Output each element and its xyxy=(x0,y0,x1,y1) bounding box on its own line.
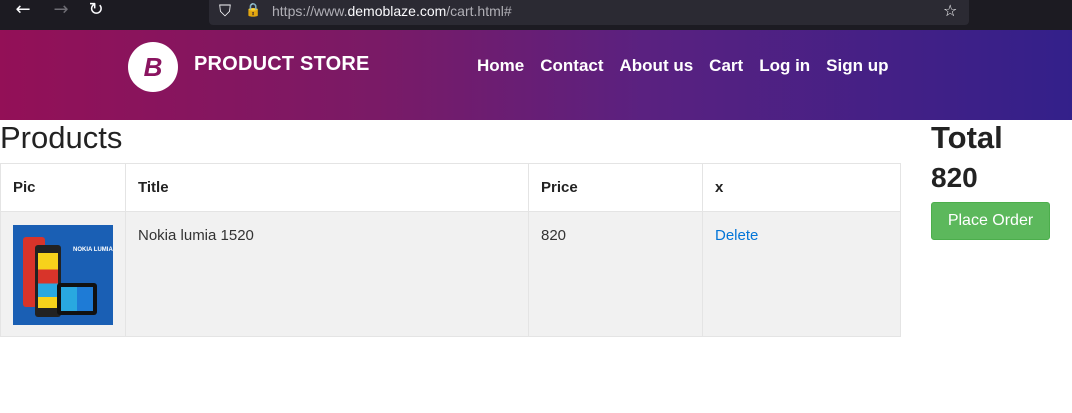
reload-icon[interactable]: ↻ xyxy=(85,0,107,22)
total-heading: Total xyxy=(931,120,1003,155)
forward-arrow-icon[interactable]: → xyxy=(50,0,72,22)
url-text[interactable]: https://www.demoblaze.com/cart.html# xyxy=(272,3,512,19)
place-order-button[interactable]: Place Order xyxy=(931,202,1050,240)
url-prefix: https://www. xyxy=(272,3,348,19)
brand-name[interactable]: PRODUCT STORE xyxy=(194,53,370,76)
url-domain: demoblaze.com xyxy=(347,3,447,19)
column-header-price: Price xyxy=(528,163,703,212)
site-navbar: B PRODUCT STORE Home Contact About us Ca… xyxy=(0,30,1072,120)
total-value: 820 xyxy=(931,162,978,193)
pic-cell: NOKIA LUMIA xyxy=(0,211,126,337)
bookmark-star-icon[interactable]: ☆ xyxy=(943,1,957,20)
browser-toolbar: ← → ↻ ⛉ 🔒 https://www.demoblaze.com/cart… xyxy=(0,0,1072,30)
nav-sign-up[interactable]: Sign up xyxy=(826,56,888,76)
thumbnail-label: NOKIA LUMIA xyxy=(73,247,113,253)
product-title-cell: Nokia lumia 1520 xyxy=(125,211,529,337)
back-arrow-icon[interactable]: ← xyxy=(12,0,34,22)
store-logo[interactable]: B xyxy=(128,42,178,92)
table-header-row: Pic Title Price x xyxy=(0,163,901,212)
lock-icon[interactable]: 🔒 xyxy=(245,3,261,18)
column-header-title: Title xyxy=(125,163,529,212)
nav-cart[interactable]: Cart xyxy=(709,56,743,76)
nav-home[interactable]: Home xyxy=(477,56,524,76)
logo-icon: B xyxy=(143,52,163,82)
nav-about-us[interactable]: About us xyxy=(620,56,694,76)
action-cell: Delete xyxy=(702,211,901,337)
main-nav: Home Contact About us Cart Log in Sign u… xyxy=(477,56,889,76)
delete-link[interactable]: Delete xyxy=(715,227,758,244)
product-thumbnail: NOKIA LUMIA xyxy=(13,225,113,325)
table-row: NOKIA LUMIA Nokia lumia 1520 820 Delete xyxy=(0,211,901,337)
nav-contact[interactable]: Contact xyxy=(540,56,603,76)
address-bar[interactable]: ⛉ 🔒 https://www.demoblaze.com/cart.html#… xyxy=(209,0,969,25)
cart-table: Pic Title Price x NOKIA LUMIA Nokia lumi… xyxy=(0,163,901,337)
products-heading: Products xyxy=(0,120,123,155)
column-header-action: x xyxy=(702,163,901,212)
phone-small-graphic xyxy=(57,283,97,315)
url-suffix: /cart.html# xyxy=(446,3,512,19)
product-price-cell: 820 xyxy=(528,211,703,337)
shield-icon[interactable]: ⛉ xyxy=(219,1,231,21)
column-header-pic: Pic xyxy=(0,163,126,212)
nav-log-in[interactable]: Log in xyxy=(759,56,810,76)
